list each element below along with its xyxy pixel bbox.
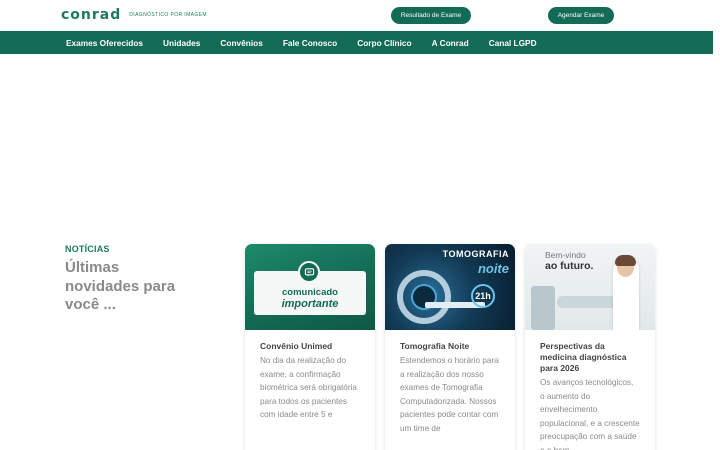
conrad-logo[interactable]: conrad diagnóstico por imagem <box>61 8 207 22</box>
card-image-futuro: Bem-vindo ao futuro. <box>525 244 655 330</box>
main-nav: Exames Oferecidos Unidades Convênios Fal… <box>0 31 713 54</box>
comunicado-text: comunicado <box>282 287 338 298</box>
nav-item-canal-lgpd[interactable]: Canal LGPD <box>489 38 537 48</box>
nav-item-fale-conosco[interactable]: Fale Conosco <box>283 38 337 48</box>
card-excerpt: Estendemos o horário para a realização d… <box>400 356 499 433</box>
nav-item-corpo-clinico[interactable]: Corpo Clínico <box>357 38 411 48</box>
ao-futuro-text: ao futuro. <box>545 260 594 272</box>
news-card-perspectivas[interactable]: Bem-vindo ao futuro. Perspectivas da med… <box>525 244 655 450</box>
logo-tagline: diagnóstico por imagem <box>129 12 207 18</box>
card-excerpt: Os avanços tecnológicos, o aumento do en… <box>540 378 640 450</box>
card-image-comunicado: comunicado importante <box>245 244 375 330</box>
doctor-hair <box>615 255 636 266</box>
card-excerpt: No dia da realização do exame, a confirm… <box>260 356 357 419</box>
chat-bubble-icon <box>298 261 320 283</box>
noite-text: noite <box>477 261 509 276</box>
patient-figure <box>557 296 617 308</box>
schedule-exam-button[interactable]: Agendar Exame <box>548 7 614 24</box>
bem-vindo-text: Bem-vindo <box>545 250 586 260</box>
result-exam-button[interactable]: Resultado de Exame <box>391 7 471 24</box>
card-title: Tomografia Noite <box>400 341 470 351</box>
card-image-tomografia: TOMOGRAFIA noite 21h <box>385 244 515 330</box>
card-title: Perspectivas da medicina diagnóstica par… <box>540 341 627 373</box>
nav-item-exames[interactable]: Exames Oferecidos <box>66 38 143 48</box>
logo-wordmark: conrad <box>61 7 122 23</box>
news-card-tomografia[interactable]: TOMOGRAFIA noite 21h Tomografia Noite Es… <box>385 244 515 450</box>
news-kicker: NOTÍCIAS <box>65 244 110 254</box>
nav-item-convenios[interactable]: Convênios <box>220 38 262 48</box>
nav-item-unidades[interactable]: Unidades <box>163 38 200 48</box>
news-card-unimed[interactable]: comunicado importante Convênio Unimed No… <box>245 244 375 450</box>
card-title: Convênio Unimed <box>260 341 333 351</box>
nav-item-a-conrad[interactable]: A Conrad <box>432 38 469 48</box>
scanner-machine <box>531 286 555 330</box>
tomografia-text: TOMOGRAFIA <box>442 249 509 259</box>
top-header: conrad diagnóstico por imagem Resultado … <box>0 0 720 31</box>
hour-badge: 21h <box>471 284 495 308</box>
importante-text: importante <box>281 298 339 310</box>
news-section-title: Últimas novidades para você ... <box>65 259 176 313</box>
